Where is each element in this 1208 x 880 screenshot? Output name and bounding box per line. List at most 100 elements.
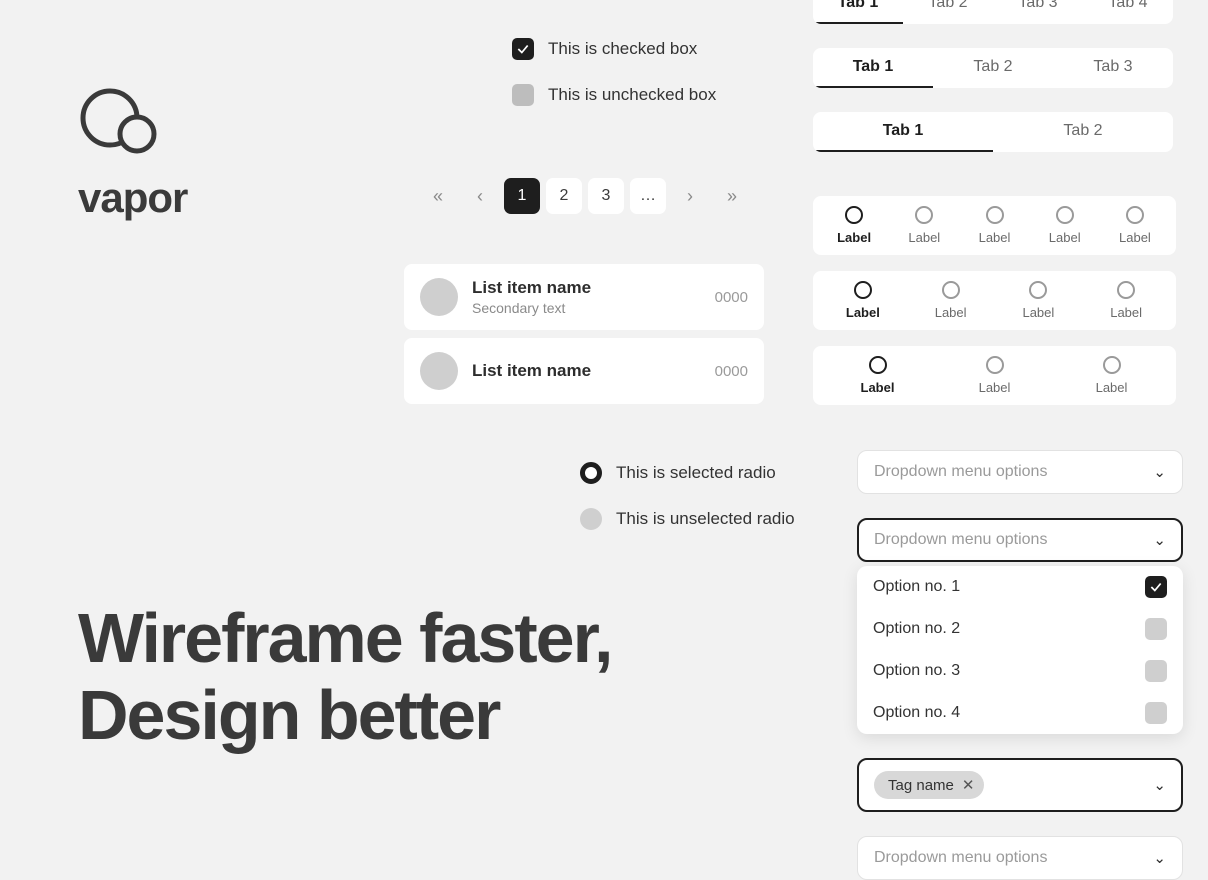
radio-icon [1126, 206, 1144, 224]
radio-icon [854, 281, 872, 299]
radio-icon [1056, 206, 1074, 224]
tab-4[interactable]: Tab 4 [1083, 0, 1173, 24]
seg-item[interactable]: Label [959, 206, 1029, 245]
seg-label: Label [1049, 230, 1081, 245]
seg-item[interactable]: Label [1053, 356, 1170, 395]
seg-item[interactable]: Label [889, 206, 959, 245]
radio-unselected-label: This is unselected radio [616, 509, 795, 529]
dropdown-closed[interactable]: Dropdown menu options ⌄ [857, 450, 1183, 494]
seg-item[interactable]: Label [819, 281, 907, 320]
seg-label: Label [908, 230, 940, 245]
tab-1[interactable]: Tab 1 [813, 48, 933, 88]
seg-item[interactable]: Label [995, 281, 1083, 320]
list-item[interactable]: List item name Secondary text 0000 [404, 264, 764, 330]
radio-icon [915, 206, 933, 224]
check-icon [1145, 576, 1167, 598]
headline-line1: Wireframe faster, [78, 600, 611, 677]
seg-group-5: Label Label Label Label Label [813, 196, 1176, 255]
dropdown-panel: Option no. 1 Option no. 2 Option no. 3 O… [857, 566, 1183, 734]
checkbox-checked-label: This is checked box [548, 39, 697, 59]
option-label: Option no. 4 [873, 704, 960, 722]
page-first-icon[interactable]: « [420, 178, 456, 214]
checkbox-checked[interactable] [512, 38, 534, 60]
brand-name: vapor [78, 174, 187, 222]
list-item-text: List item name Secondary text [472, 278, 701, 316]
tag-chip: Tag name ✕ [874, 771, 984, 799]
dropdowns: Dropdown menu options ⌄ Dropdown menu op… [857, 450, 1183, 880]
dropdown-open[interactable]: Dropdown menu options ⌄ [857, 518, 1183, 562]
avatar [420, 278, 458, 316]
seg-item[interactable]: Label [1030, 206, 1100, 245]
tab-1[interactable]: Tab 1 [813, 112, 993, 152]
page-ellipsis[interactable]: … [630, 178, 666, 214]
page-2[interactable]: 2 [546, 178, 582, 214]
pagination: « ‹ 1 2 3 … › » [420, 178, 750, 214]
seg-item[interactable]: Label [819, 206, 889, 245]
dropdown-tag[interactable]: Tag name ✕ ⌄ [857, 758, 1183, 812]
dropdown-option[interactable]: Option no. 4 [857, 692, 1183, 734]
dropdown-option[interactable]: Option no. 3 [857, 650, 1183, 692]
seg-label: Label [935, 305, 967, 320]
radio-unselected[interactable] [580, 508, 602, 530]
dropdown-placeholder: Dropdown menu options [874, 531, 1047, 549]
checkbox-examples: This is checked box This is unchecked bo… [512, 38, 716, 106]
tab-group-4: Tab 1 Tab 2 Tab 3 Tab 4 [813, 0, 1173, 24]
radio-selected-label: This is selected radio [616, 463, 776, 483]
tab-group-3: Tab 1 Tab 2 Tab 3 [813, 48, 1173, 88]
seg-label: Label [846, 305, 880, 320]
radio-icon [942, 281, 960, 299]
avatar [420, 352, 458, 390]
seg-item[interactable]: Label [1082, 281, 1170, 320]
page-last-icon[interactable]: » [714, 178, 750, 214]
chevron-down-icon: ⌄ [1153, 776, 1166, 794]
list-item-text: List item name [472, 361, 701, 381]
segmented-groups: Label Label Label Label Label Label Labe… [813, 196, 1176, 405]
page-3[interactable]: 3 [588, 178, 624, 214]
list-item-primary: List item name [472, 278, 701, 298]
page-prev-icon[interactable]: ‹ [462, 178, 498, 214]
page-1[interactable]: 1 [504, 178, 540, 214]
radio-examples: This is selected radio This is unselecte… [580, 462, 795, 530]
seg-item[interactable]: Label [1100, 206, 1170, 245]
seg-label: Label [1110, 305, 1142, 320]
list-item-value: 0000 [715, 289, 748, 306]
headline-line2: Design better [78, 677, 611, 754]
list-item[interactable]: List item name 0000 [404, 338, 764, 404]
tab-3[interactable]: Tab 3 [1053, 48, 1173, 88]
dropdown-option[interactable]: Option no. 1 [857, 566, 1183, 608]
checkbox-unchecked[interactable] [512, 84, 534, 106]
list-item-secondary: Secondary text [472, 300, 701, 316]
tab-1[interactable]: Tab 1 [813, 0, 903, 24]
radio-icon [869, 356, 887, 374]
seg-item[interactable]: Label [907, 281, 995, 320]
seg-label: Label [979, 230, 1011, 245]
radio-icon [845, 206, 863, 224]
dropdown-open-wrapper: Dropdown menu options ⌄ Option no. 1 Opt… [857, 518, 1183, 734]
unchecked-icon [1145, 702, 1167, 724]
seg-label: Label [1119, 230, 1151, 245]
unchecked-icon [1145, 660, 1167, 682]
tag-name: Tag name [888, 777, 954, 794]
list-item-primary: List item name [472, 361, 701, 381]
seg-label: Label [1096, 380, 1128, 395]
chevron-down-icon: ⌄ [1153, 849, 1166, 867]
tab-2[interactable]: Tab 2 [933, 48, 1053, 88]
close-icon[interactable]: ✕ [962, 776, 975, 794]
radio-selected[interactable] [580, 462, 602, 484]
dropdown-closed[interactable]: Dropdown menu options ⌄ [857, 836, 1183, 880]
list-items: List item name Secondary text 0000 List … [404, 264, 764, 404]
page-next-icon[interactable]: › [672, 178, 708, 214]
chevron-down-icon: ⌄ [1153, 531, 1166, 549]
radio-selected-row: This is selected radio [580, 462, 795, 484]
seg-item[interactable]: Label [936, 356, 1053, 395]
tab-2[interactable]: Tab 2 [993, 112, 1173, 152]
tab-2[interactable]: Tab 2 [903, 0, 993, 24]
seg-item[interactable]: Label [819, 356, 936, 395]
tab-3[interactable]: Tab 3 [993, 0, 1083, 24]
radio-unselected-row: This is unselected radio [580, 508, 795, 530]
headline: Wireframe faster, Design better [78, 600, 611, 754]
list-item-value: 0000 [715, 363, 748, 380]
dropdown-option[interactable]: Option no. 2 [857, 608, 1183, 650]
radio-icon [986, 206, 1004, 224]
option-label: Option no. 1 [873, 578, 960, 596]
